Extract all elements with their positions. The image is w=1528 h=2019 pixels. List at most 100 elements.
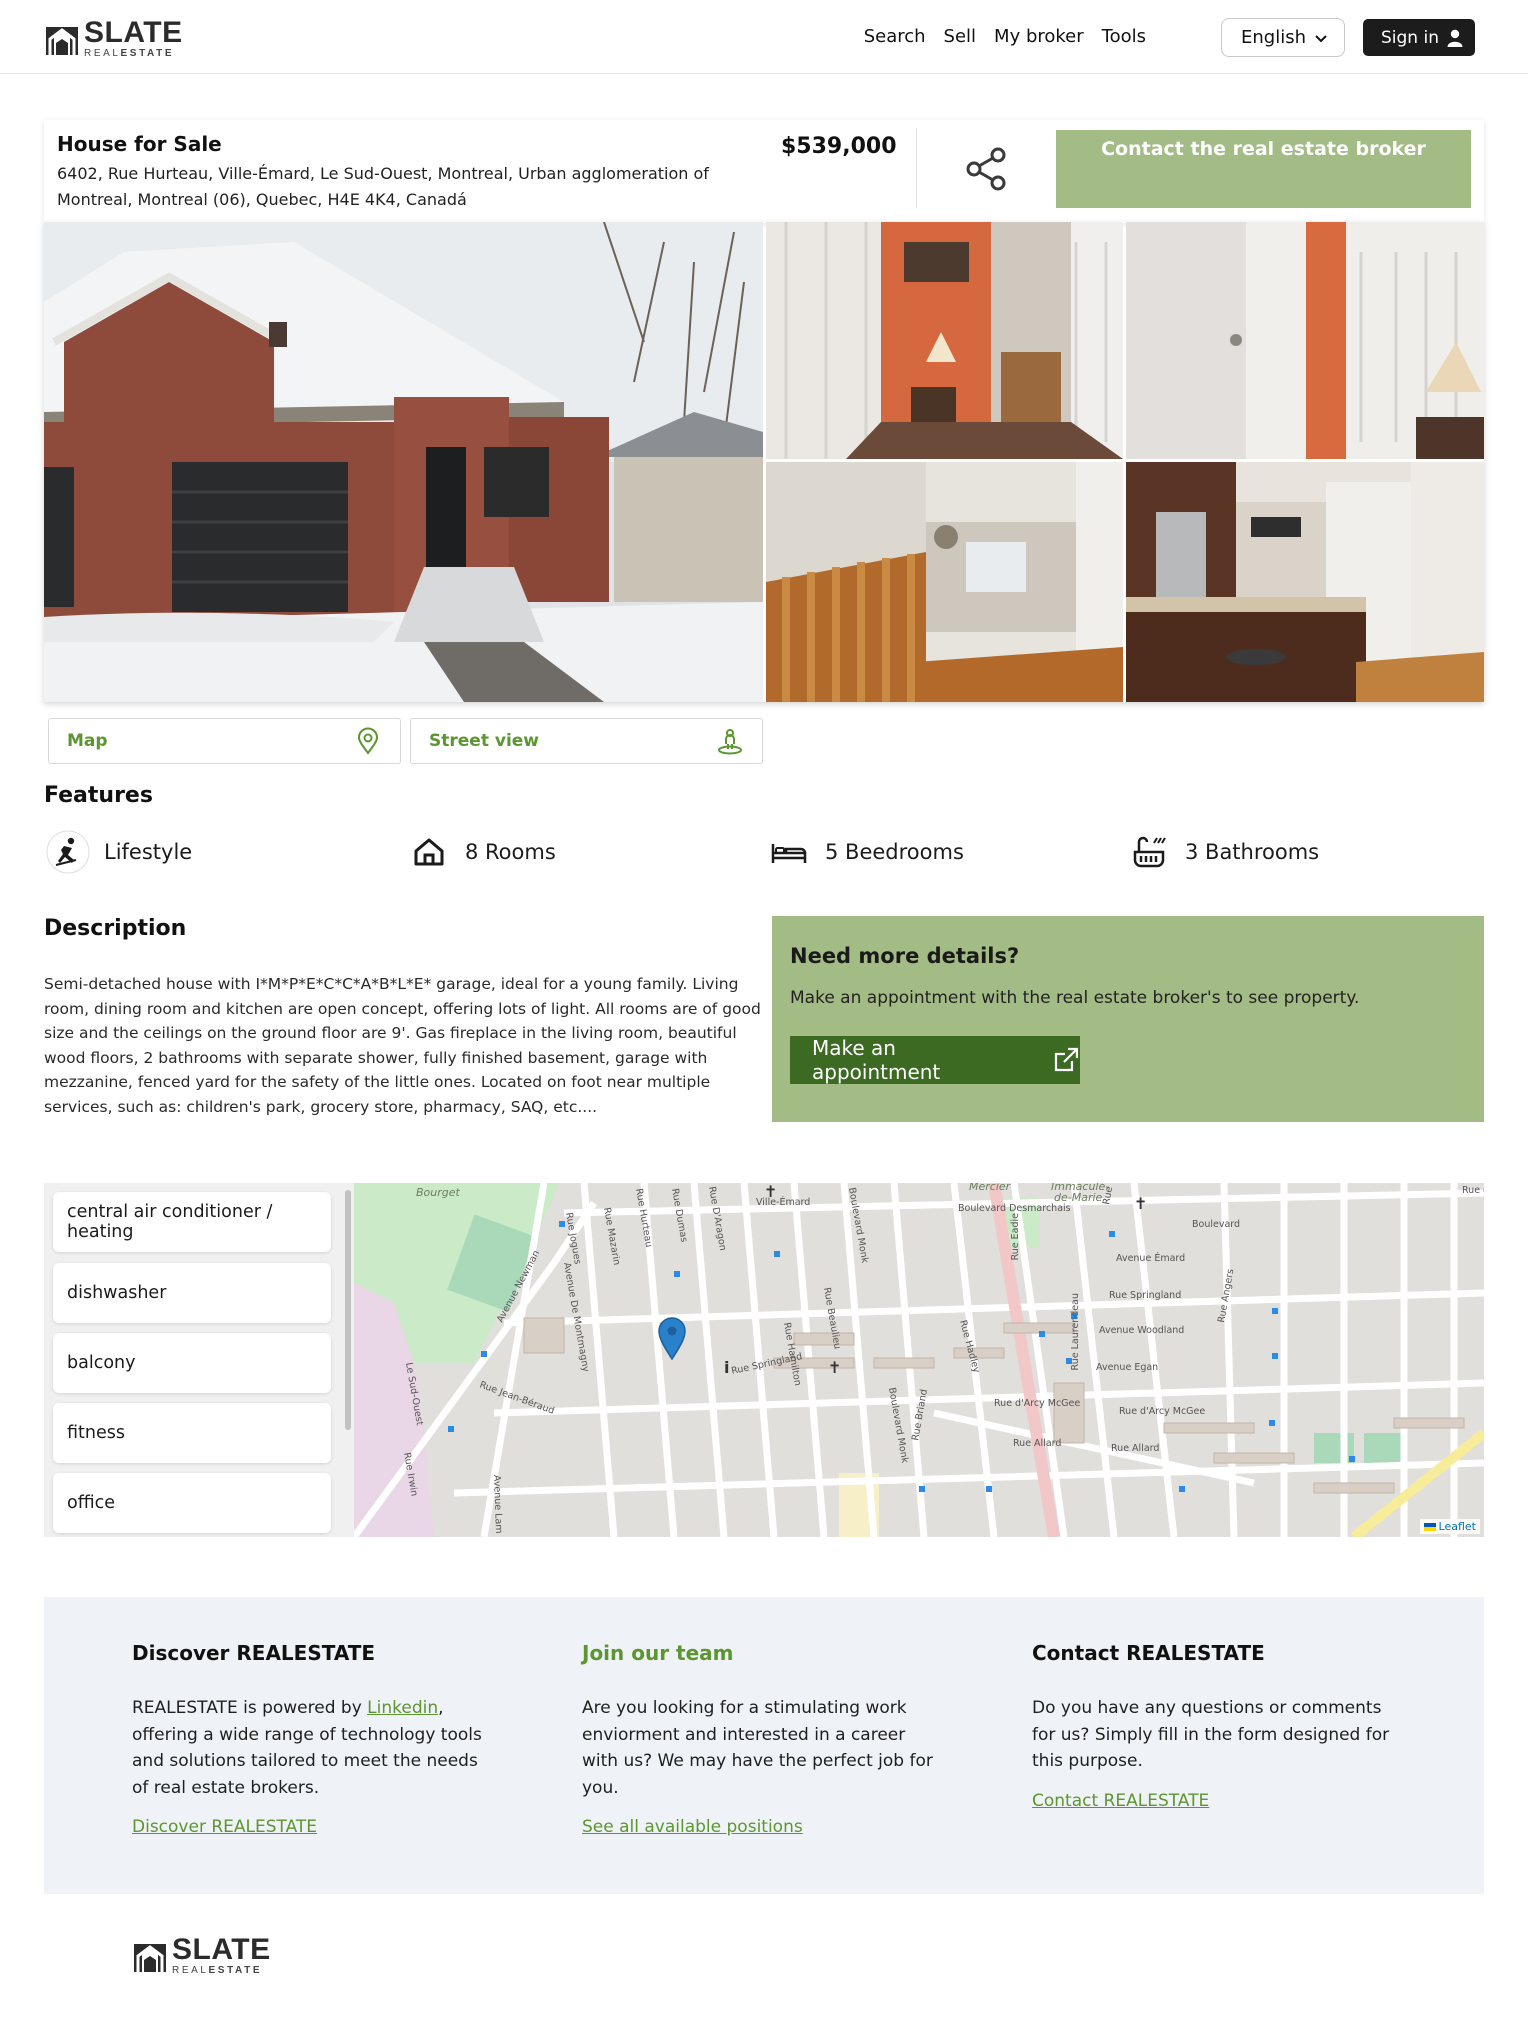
staircase-image <box>766 462 1123 702</box>
map-label: Rue d <box>1462 1185 1484 1196</box>
logo-wordmark: SLATE <box>84 16 183 49</box>
language-select[interactable]: English <box>1221 18 1345 57</box>
photo-kitchen[interactable] <box>1126 462 1484 702</box>
description-text: Semi-detached house with I*M*P*E*C*C*A*B… <box>44 975 761 1116</box>
map-label: Bourget <box>416 1186 461 1199</box>
details-text: Make an appointment with the real estate… <box>790 988 1360 1008</box>
nav-search[interactable]: Search <box>864 26 926 47</box>
main-nav: Search Sell My broker Tools <box>864 26 1146 47</box>
listing-summary: House for Sale 6402, Rue Hurteau, Ville-… <box>44 120 1484 223</box>
footer-contact: Contact REALESTATE Do you have any quest… <box>1032 1641 1392 1811</box>
footer-discover-title: Discover REALESTATE <box>132 1641 376 1665</box>
map-label: Avenue Lam <box>491 1475 504 1534</box>
feature-bathrooms: 3 Bathrooms <box>1127 830 1319 874</box>
church-icon: ✝ <box>1134 1194 1147 1213</box>
map-label: Avenue Woodland <box>1099 1325 1184 1336</box>
photo-entrance[interactable] <box>1126 222 1484 459</box>
footer-discover: Discover REALESTATE REALESTATE is powere… <box>132 1641 492 1837</box>
amenity-item: dishwasher <box>53 1263 331 1323</box>
shower-icon <box>1133 836 1166 868</box>
map-label: Rue Allard <box>1111 1443 1159 1454</box>
scrollbar-thumb[interactable] <box>345 1190 351 1430</box>
photo-hallway[interactable] <box>766 222 1123 459</box>
chevron-down-icon <box>1315 34 1327 42</box>
map-label: Avenue Émard <box>1116 1252 1185 1264</box>
leaflet-attribution-link[interactable]: Leaflet <box>1419 1519 1480 1534</box>
nav-my-broker[interactable]: My broker <box>994 26 1084 47</box>
street-view-button[interactable]: Street view <box>410 718 763 764</box>
details-heading: Need more details? <box>790 944 1020 968</box>
lifestyle-icon <box>46 830 90 874</box>
language-value: English <box>1241 27 1306 48</box>
amenity-item: office <box>53 1473 331 1533</box>
photo-gallery <box>44 222 1484 702</box>
contact-broker-button[interactable]: Contact the real estate broker <box>1056 130 1471 208</box>
amenity-item: fitness <box>53 1403 331 1463</box>
positions-link[interactable]: See all available positions <box>582 1817 803 1837</box>
amenity-item: central air conditioner / heating <box>53 1192 331 1252</box>
map-label: Mercier <box>969 1183 1012 1193</box>
brand-logo[interactable]: SLATE REALESTATE <box>44 18 183 59</box>
map-pin-icon <box>357 727 379 755</box>
amenities-list: central air conditioner / heating dishwa… <box>44 1183 354 1537</box>
map-label: Boulevard <box>1192 1219 1240 1230</box>
site-header: SLATE REALESTATE Search Sell My broker T… <box>0 0 1528 74</box>
footer-contact-title: Contact REALESTATE <box>1032 1641 1265 1665</box>
make-appointment-button[interactable]: Make an appointment <box>790 1036 1080 1084</box>
street-view-person-icon <box>718 729 742 755</box>
map-label: Rue Laurendeau <box>1070 1293 1081 1370</box>
site-footer: Discover REALESTATE REALESTATE is powere… <box>44 1597 1484 1894</box>
nav-sell[interactable]: Sell <box>944 26 977 47</box>
logo-subtitle: REALESTATE <box>172 1965 263 1976</box>
footer-join-title[interactable]: Join our team <box>582 1641 942 1665</box>
bed-icon <box>771 844 807 863</box>
listing-type: House for Sale <box>57 132 222 156</box>
entrance-image <box>1126 222 1484 459</box>
logo-subtitle: REALESTATE <box>84 48 175 59</box>
house-exterior-image <box>44 222 763 702</box>
street-map-image: Bourget Mercier Immaculé- de-Marie Ville… <box>354 1183 1484 1537</box>
kitchen-image <box>1126 462 1484 702</box>
street-view-button-label: Street view <box>429 731 540 751</box>
share-icon[interactable] <box>962 144 1012 194</box>
nav-tools[interactable]: Tools <box>1102 26 1146 47</box>
feature-rooms-label: 8 Rooms <box>465 840 556 864</box>
map-label: Rue Eadie <box>1010 1213 1021 1261</box>
photo-exterior[interactable] <box>44 222 763 702</box>
contact-realestate-link[interactable]: Contact REALESTATE <box>1032 1791 1209 1811</box>
logo-house-icon <box>134 1943 166 1972</box>
photo-staircase[interactable] <box>766 462 1123 702</box>
map-label: Rue Springland <box>1109 1290 1181 1301</box>
ukraine-flag-icon <box>1423 1522 1436 1531</box>
map-button[interactable]: Map <box>48 718 401 764</box>
logo-wordmark: SLATE <box>172 1933 271 1966</box>
discover-realestate-link[interactable]: Discover REALESTATE <box>132 1817 317 1837</box>
appointment-panel: Need more details? Make an appointment w… <box>772 916 1484 1122</box>
map-label: Avenue Egan <box>1096 1362 1158 1373</box>
features-heading: Features <box>44 783 153 808</box>
hallway-image <box>766 222 1123 459</box>
map-label: Rue d'Arcy McGee <box>1119 1406 1205 1417</box>
make-appointment-label: Make an appointment <box>812 1036 941 1084</box>
listing-price: $539,000 <box>781 134 897 159</box>
house-icon <box>414 838 444 866</box>
feature-bathrooms-label: 3 Bathrooms <box>1185 840 1320 864</box>
sign-in-button[interactable]: Sign in <box>1363 19 1475 56</box>
map-label: Rue Allard <box>1013 1438 1061 1449</box>
footer-logo[interactable]: SLATE REALESTATE <box>132 1935 271 1976</box>
church-icon: ✝ <box>828 1358 841 1377</box>
footer-join: Join our team Are you looking for a stim… <box>582 1641 942 1837</box>
feature-lifestyle: Lifestyle <box>46 830 192 874</box>
user-icon <box>1447 29 1463 47</box>
linkedin-link[interactable]: Linkedin <box>367 1698 438 1718</box>
map-button-label: Map <box>67 731 108 751</box>
logo-house-icon <box>46 26 78 55</box>
listing-address: 6402, Rue Hurteau, Ville-Émard, Le Sud-O… <box>57 164 709 209</box>
feature-bedrooms-label: 5 Beedrooms <box>825 840 964 864</box>
location-map[interactable]: Bourget Mercier Immaculé- de-Marie Ville… <box>354 1183 1484 1537</box>
divider <box>916 128 917 208</box>
church-icon: ✝ <box>764 1183 777 1201</box>
map-label: Rue d'Arcy McGee <box>994 1398 1080 1409</box>
map-label: Boulevard Desmarchais <box>958 1203 1071 1214</box>
amenities-scrollbar[interactable] <box>342 1183 354 1537</box>
